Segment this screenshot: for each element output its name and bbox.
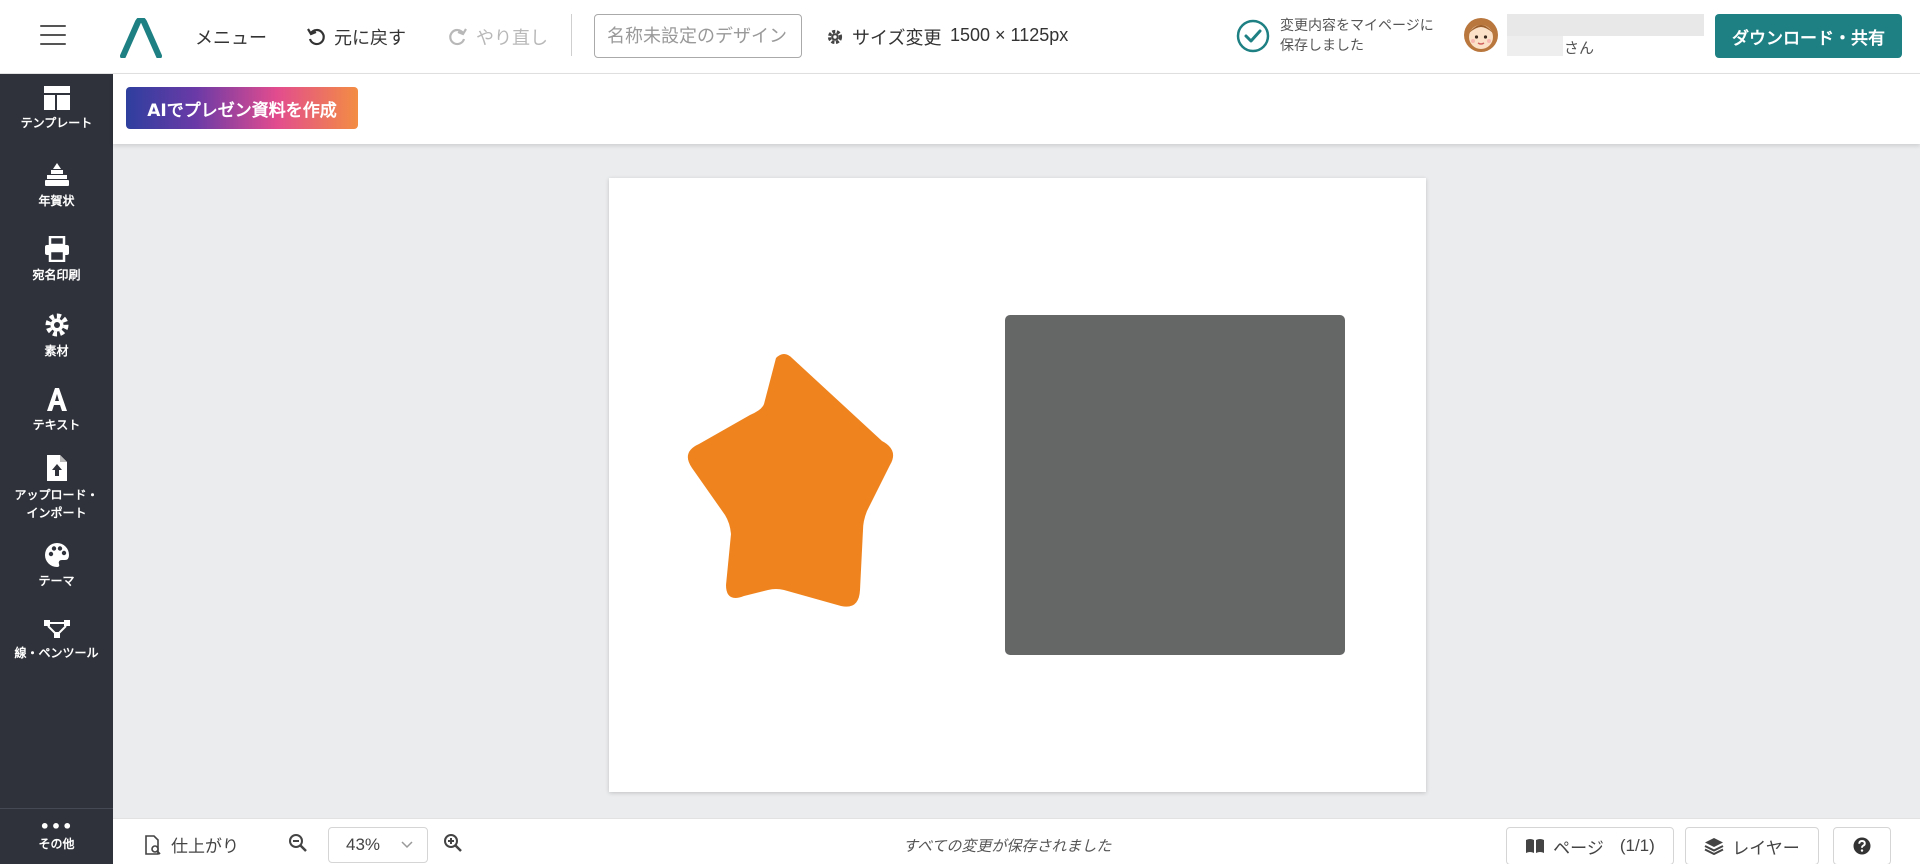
sidebar-item-more[interactable]: ••• その他 bbox=[0, 808, 113, 864]
menu-link[interactable]: メニュー bbox=[195, 24, 267, 50]
user-suffix: さん bbox=[1564, 39, 1595, 57]
undo-icon bbox=[307, 28, 325, 46]
help-button[interactable] bbox=[1833, 827, 1891, 864]
zoom-out-icon[interactable] bbox=[288, 833, 308, 853]
header-divider bbox=[571, 14, 572, 56]
username-redacted bbox=[1507, 14, 1704, 36]
saved-message: 変更内容をマイページに保存しました bbox=[1280, 18, 1434, 54]
sidebar-item-label: 素材 bbox=[44, 344, 69, 358]
app-logo[interactable] bbox=[120, 18, 162, 58]
size-change-button[interactable]: サイズ変更 bbox=[826, 24, 941, 50]
gray-rectangle-shape[interactable] bbox=[1005, 315, 1345, 655]
finish-label: 仕上がり bbox=[171, 837, 239, 857]
sidebar-item-label: テーマ bbox=[38, 574, 75, 588]
pages-count: (1/1) bbox=[1619, 836, 1655, 855]
sidebar-item-text[interactable]: テキスト bbox=[0, 386, 113, 434]
redo-icon bbox=[449, 28, 467, 46]
book-icon bbox=[1526, 839, 1545, 853]
saved-check-icon bbox=[1236, 19, 1270, 53]
size-change-label: サイズ変更 bbox=[852, 28, 942, 49]
sidebar-item-theme[interactable]: テーマ bbox=[0, 542, 113, 590]
help-icon bbox=[1853, 837, 1871, 855]
pages-label: ページ bbox=[1553, 838, 1604, 859]
redo-button[interactable]: やり直し bbox=[448, 24, 548, 50]
sidebar-item-label: 宛名印刷 bbox=[32, 268, 81, 282]
printer-icon bbox=[44, 236, 69, 262]
canvas-size-value: 1500 × 1125px bbox=[950, 25, 1069, 45]
sidebar-item-label: 年賀状 bbox=[38, 194, 75, 208]
user-avatar[interactable] bbox=[1462, 15, 1500, 55]
left-sidebar: テンプレート 年賀状 宛名印刷 素材 テキスト アップロード・インポート テーマ… bbox=[0, 74, 113, 864]
template-icon bbox=[43, 86, 70, 110]
sidebar-item-label: その他 bbox=[38, 837, 75, 851]
sidebar-item-template[interactable]: テンプレート bbox=[0, 86, 113, 132]
zoom-value: 43% bbox=[346, 835, 381, 854]
design-canvas[interactable] bbox=[609, 178, 1426, 792]
sidebar-item-label: テンプレート bbox=[20, 116, 93, 130]
preview-finish-button[interactable]: 仕上がり bbox=[143, 832, 239, 857]
layers-icon bbox=[1704, 838, 1724, 855]
gear-icon bbox=[827, 29, 843, 45]
sidebar-item-label: アップロード・インポート bbox=[14, 488, 99, 520]
document-search-icon bbox=[145, 834, 161, 855]
pen-tool-icon bbox=[43, 620, 70, 638]
sidebar-item-label: 線・ペンツール bbox=[14, 646, 99, 660]
pages-button[interactable]: ページ (1/1) bbox=[1506, 827, 1674, 864]
orange-star-shape[interactable] bbox=[687, 354, 894, 607]
sidebar-item-materials[interactable]: 素材 bbox=[0, 312, 113, 360]
upload-file-icon bbox=[46, 455, 67, 481]
chevron-down-icon bbox=[401, 841, 413, 849]
bottom-bar: 仕上がり 43% すべての変更が保存されました ページ (1/1) レイヤー bbox=[113, 818, 1920, 864]
sidebar-item-upload-import[interactable]: アップロード・インポート bbox=[0, 454, 113, 522]
gear-icon bbox=[45, 313, 68, 337]
zoom-in-icon[interactable] bbox=[443, 833, 463, 853]
undo-label: 元に戻す bbox=[334, 28, 406, 49]
top-header: メニュー 元に戻す やり直し サイズ変更 1500 × 1125px 変更内容を… bbox=[0, 0, 1920, 74]
more-dots-icon: ••• bbox=[39, 817, 74, 836]
save-status-text: すべての変更が保存されました bbox=[903, 837, 1112, 855]
hamburger-menu-icon[interactable] bbox=[40, 25, 66, 47]
download-share-button[interactable]: ダウンロード・共有 bbox=[1715, 14, 1902, 58]
new-year-card-icon bbox=[44, 163, 69, 186]
sidebar-item-address-print[interactable]: 宛名印刷 bbox=[0, 236, 113, 284]
design-name-input[interactable] bbox=[594, 14, 802, 58]
sub-toolbar: AIでプレゼン資料を作成 bbox=[113, 74, 1920, 144]
sidebar-item-label: テキスト bbox=[32, 418, 81, 432]
layers-button[interactable]: レイヤー bbox=[1685, 827, 1819, 864]
undo-button[interactable]: 元に戻す bbox=[306, 24, 406, 50]
ai-presentation-button[interactable]: AIでプレゼン資料を作成 bbox=[126, 87, 358, 129]
zoom-level-select[interactable]: 43% bbox=[328, 827, 428, 863]
canvas-shapes bbox=[687, 315, 1345, 655]
sidebar-item-new-year-card[interactable]: 年賀状 bbox=[0, 162, 113, 210]
redo-label: やり直し bbox=[476, 28, 548, 49]
sidebar-item-pen-tool[interactable]: 線・ペンツール bbox=[0, 618, 113, 662]
username-redacted-2 bbox=[1507, 36, 1563, 56]
layers-label: レイヤー bbox=[1732, 838, 1800, 859]
text-icon bbox=[46, 388, 67, 411]
palette-icon bbox=[44, 543, 69, 567]
